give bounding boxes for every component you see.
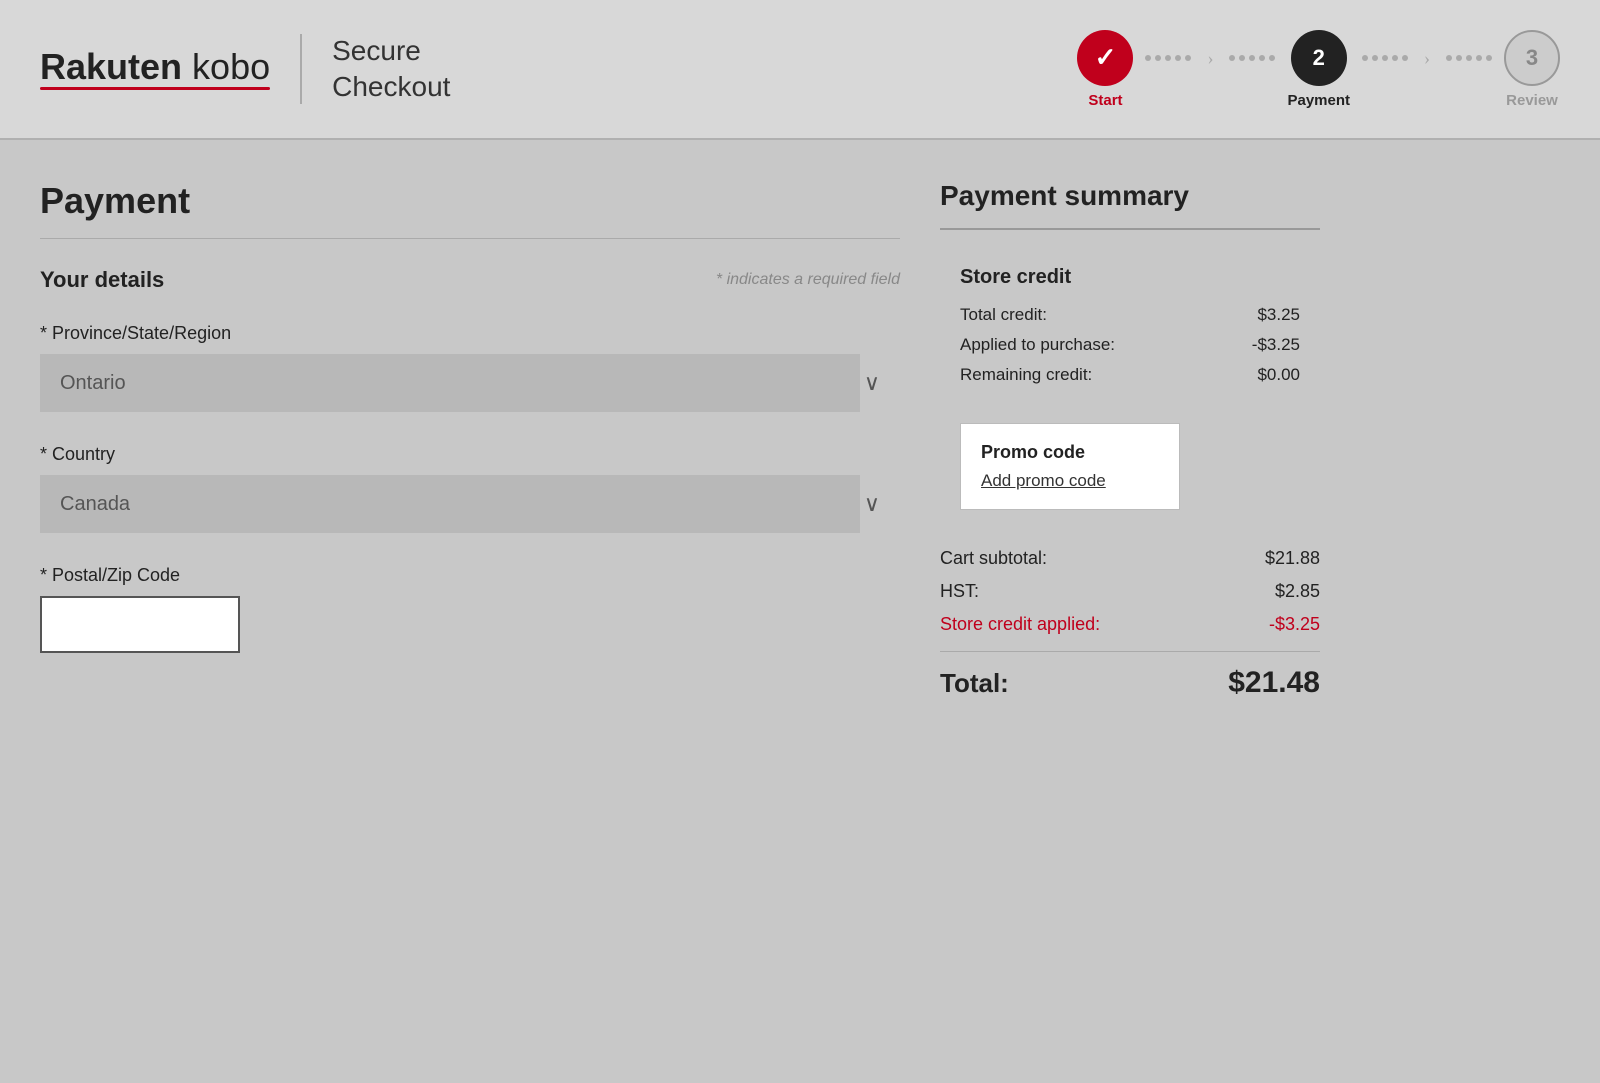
province-select-wrapper[interactable]: Ontario Quebec British Columbia Alberta … xyxy=(40,354,900,412)
dot xyxy=(1145,55,1151,61)
promo-area: Promo code Add promo code xyxy=(940,409,1320,528)
store-credit-box: Store credit Total credit: $3.25 Applied… xyxy=(940,246,1320,405)
promo-box: Promo code Add promo code xyxy=(960,423,1180,510)
summary-title: Payment summary xyxy=(940,180,1320,212)
total-value: $21.48 xyxy=(1228,666,1320,700)
dot xyxy=(1155,55,1161,61)
dot xyxy=(1456,55,1462,61)
cart-summary-area: Cart subtotal: $21.88 HST: $2.85 Store c… xyxy=(940,548,1320,700)
hst-row: HST: $2.85 xyxy=(940,581,1320,602)
logo-wrapper: Rakuten kobo xyxy=(40,49,270,90)
step-start-circle: ✓ xyxy=(1077,30,1133,86)
your-details-label: Your details xyxy=(40,267,164,293)
applied-credit-value: -$3.25 xyxy=(1252,335,1300,355)
add-promo-code-link[interactable]: Add promo code xyxy=(981,471,1106,490)
total-credit-value: $3.25 xyxy=(1257,305,1300,325)
province-label: * Province/State/Region xyxy=(40,323,900,344)
store-credit-title: Store credit xyxy=(960,266,1300,289)
dot xyxy=(1382,55,1388,61)
checkmark-icon: ✓ xyxy=(1095,42,1117,73)
step-review-circle: 3 xyxy=(1504,30,1560,86)
total-credit-row: Total credit: $3.25 xyxy=(960,305,1300,325)
dot xyxy=(1165,55,1171,61)
applied-credit-label: Applied to purchase: xyxy=(960,335,1115,355)
header-divider xyxy=(300,34,302,104)
secure-checkout-title: SecureCheckout xyxy=(332,33,450,106)
dot xyxy=(1259,55,1265,61)
step-start: ✓ Start xyxy=(1077,30,1133,109)
rakuten-text: Rakuten xyxy=(40,46,182,87)
country-select-wrapper[interactable]: Canada United States United Kingdom ∨ xyxy=(40,475,900,533)
dots-2-3b xyxy=(1434,55,1504,61)
province-select[interactable]: Ontario Quebec British Columbia Alberta xyxy=(40,354,860,412)
dot xyxy=(1239,55,1245,61)
postal-input[interactable] xyxy=(40,596,240,653)
arrow-2-3: › xyxy=(1420,48,1434,69)
step-review-label: Review xyxy=(1506,92,1558,109)
cart-subtotal-row: Cart subtotal: $21.88 xyxy=(940,548,1320,569)
step-start-label: Start xyxy=(1088,92,1122,109)
left-panel: Payment Your details * indicates a requi… xyxy=(40,180,900,700)
step-review-number: 3 xyxy=(1526,45,1538,71)
country-chevron-icon: ∨ xyxy=(864,491,880,517)
step-payment-number: 2 xyxy=(1313,45,1325,71)
step-payment-label: Payment xyxy=(1287,92,1350,109)
logo-area: Rakuten kobo xyxy=(40,49,270,90)
payment-title: Payment xyxy=(40,180,900,222)
remaining-credit-label: Remaining credit: xyxy=(960,365,1092,385)
step-payment: 2 Payment xyxy=(1287,30,1350,109)
right-panel: Payment summary Store credit Total credi… xyxy=(940,180,1320,700)
required-note: * indicates a required field xyxy=(716,271,900,289)
dots-1-2 xyxy=(1133,55,1203,61)
arrow-1-2: › xyxy=(1203,48,1217,69)
dot xyxy=(1185,55,1191,61)
step-payment-circle: 2 xyxy=(1291,30,1347,86)
dots-2-3 xyxy=(1350,55,1420,61)
postal-field-group: * Postal/Zip Code xyxy=(40,565,900,653)
your-details-row: Your details * indicates a required fiel… xyxy=(40,267,900,293)
dot xyxy=(1402,55,1408,61)
kobo-text: kobo xyxy=(192,46,270,87)
dot xyxy=(1466,55,1472,61)
remaining-credit-value: $0.00 xyxy=(1257,365,1300,385)
remaining-credit-row: Remaining credit: $0.00 xyxy=(960,365,1300,385)
payment-divider xyxy=(40,238,900,239)
applied-credit-row: Applied to purchase: -$3.25 xyxy=(960,335,1300,355)
store-credit-applied-value: -$3.25 xyxy=(1269,614,1320,635)
store-credit-applied-label: Store credit applied: xyxy=(940,614,1100,635)
checkout-steps: ✓ Start › 2 Payment xyxy=(1077,30,1560,109)
summary-divider xyxy=(940,228,1320,230)
total-credit-label: Total credit: xyxy=(960,305,1047,325)
country-label: * Country xyxy=(40,444,900,465)
main-content: Payment Your details * indicates a requi… xyxy=(0,140,1600,700)
cart-subtotal-value: $21.88 xyxy=(1265,548,1320,569)
step-review: 3 Review xyxy=(1504,30,1560,109)
dot xyxy=(1372,55,1378,61)
hst-label: HST: xyxy=(940,581,979,602)
province-chevron-icon: ∨ xyxy=(864,370,880,396)
dot xyxy=(1392,55,1398,61)
country-select[interactable]: Canada United States United Kingdom xyxy=(40,475,860,533)
logo-underline xyxy=(40,87,270,90)
dot xyxy=(1362,55,1368,61)
rakuten-kobo-logo[interactable]: Rakuten kobo xyxy=(40,49,270,85)
dots-1-2b xyxy=(1217,55,1287,61)
country-field-group: * Country Canada United States United Ki… xyxy=(40,444,900,533)
dot xyxy=(1229,55,1235,61)
province-field-group: * Province/State/Region Ontario Quebec B… xyxy=(40,323,900,412)
dot xyxy=(1446,55,1452,61)
total-label: Total: xyxy=(940,668,1009,699)
hst-value: $2.85 xyxy=(1275,581,1320,602)
dot xyxy=(1175,55,1181,61)
total-row: Total: $21.48 xyxy=(940,651,1320,700)
header: Rakuten kobo SecureCheckout ✓ Start › xyxy=(0,0,1600,140)
promo-title: Promo code xyxy=(981,442,1159,463)
store-credit-applied-row: Store credit applied: -$3.25 xyxy=(940,614,1320,635)
dot xyxy=(1486,55,1492,61)
cart-subtotal-label: Cart subtotal: xyxy=(940,548,1047,569)
dot xyxy=(1269,55,1275,61)
postal-label: * Postal/Zip Code xyxy=(40,565,900,586)
dot xyxy=(1249,55,1255,61)
dot xyxy=(1476,55,1482,61)
